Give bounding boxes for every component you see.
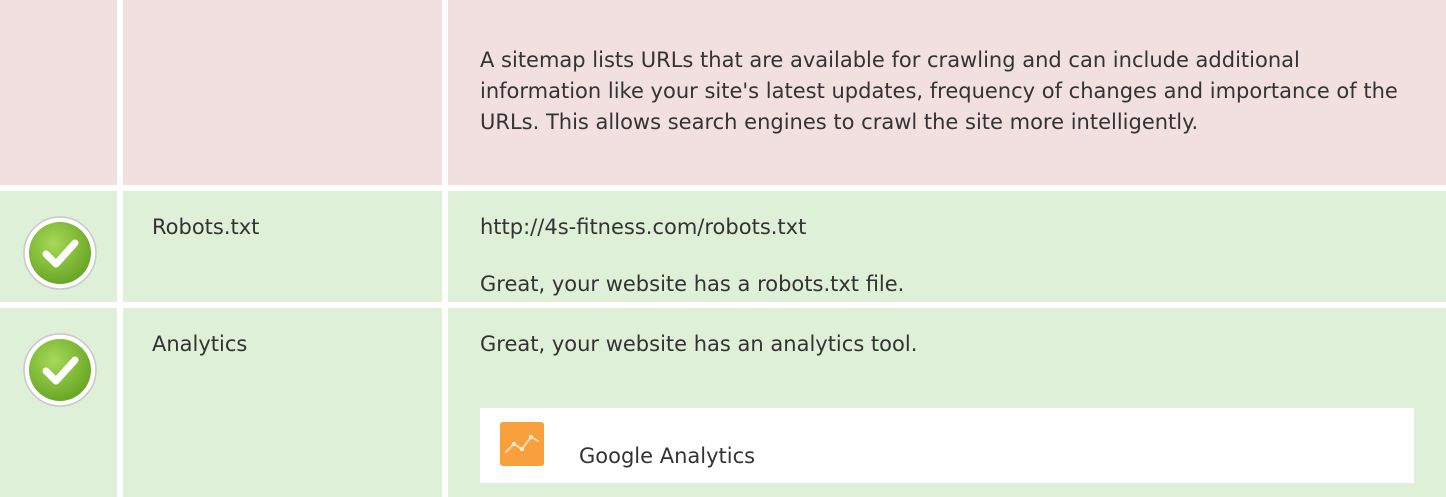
robots-message: Great, your website has a robots.txt fil… — [480, 272, 905, 296]
analytics-label: Analytics — [152, 332, 248, 356]
check-circle-icon — [23, 216, 97, 290]
content-cell: http://4s-fitness.com/robots.txt Great, … — [448, 191, 1446, 302]
result-row-analytics: Analytics Great, your website has an ana… — [0, 308, 1446, 497]
content-cell: A sitemap lists URLs that are available … — [448, 0, 1446, 185]
google-analytics-icon — [500, 422, 544, 466]
robots-label: Robots.txt — [152, 215, 260, 239]
analytics-tool-card: Google Analytics — [480, 408, 1414, 483]
check-circle-icon — [23, 333, 97, 407]
result-row-robots: Robots.txt http://4s-fitness.com/robots.… — [0, 191, 1446, 302]
status-icon-cell — [0, 308, 117, 497]
label-cell: Robots.txt — [123, 191, 442, 302]
label-cell: Analytics — [123, 308, 442, 497]
label-cell — [123, 0, 442, 185]
status-icon-cell — [0, 191, 117, 302]
content-cell: Great, your website has an analytics too… — [448, 308, 1446, 497]
analytics-tool-name: Google Analytics — [579, 444, 756, 468]
result-row-sitemap: A sitemap lists URLs that are available … — [0, 0, 1446, 185]
analytics-message: Great, your website has an analytics too… — [480, 332, 918, 356]
robots-url: http://4s-fitness.com/robots.txt — [480, 215, 807, 239]
sitemap-description: A sitemap lists URLs that are available … — [480, 48, 1398, 134]
status-icon-cell — [0, 0, 117, 185]
